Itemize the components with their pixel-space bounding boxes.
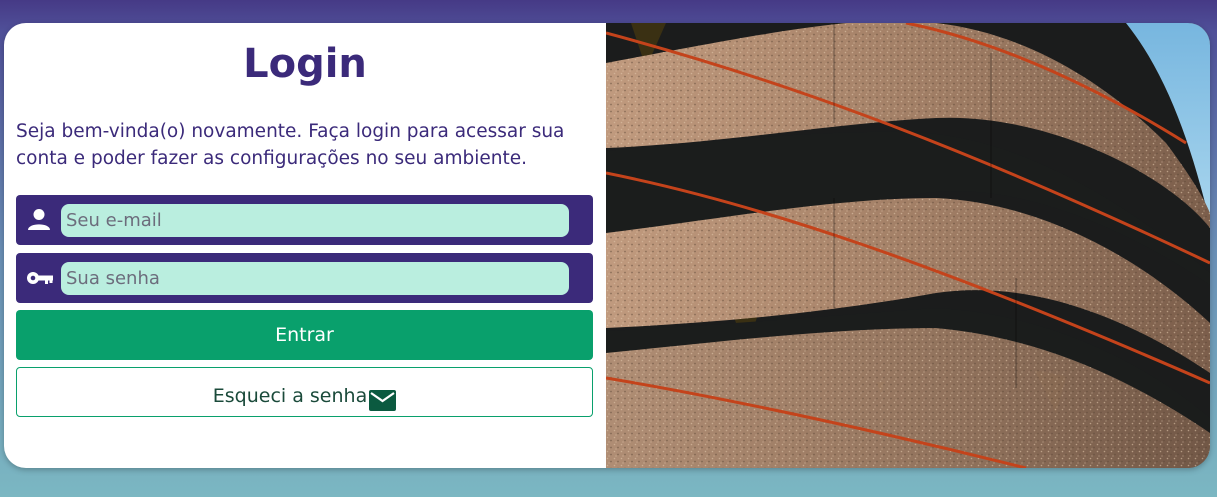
password-input[interactable] — [61, 262, 569, 295]
email-input[interactable] — [61, 204, 569, 237]
login-panel: Login Seja bem-vinda(o) novamente. Faça … — [4, 23, 606, 468]
password-field-group — [16, 253, 593, 303]
login-card: Login Seja bem-vinda(o) novamente. Faça … — [4, 23, 1210, 468]
email-field-group — [16, 195, 593, 245]
user-icon — [26, 208, 52, 232]
forgot-password-button[interactable]: Esqueci a senha — [16, 367, 593, 417]
mail-icon — [369, 377, 397, 433]
key-icon — [26, 266, 53, 290]
enter-button-label: Entrar — [275, 324, 334, 346]
enter-button[interactable]: Entrar — [16, 310, 593, 360]
forgot-password-label: Esqueci a senha — [212, 385, 368, 407]
building-photo — [606, 23, 1210, 468]
page-title: Login — [243, 41, 367, 87]
login-description: Seja bem-vinda(o) novamente. Faça login … — [16, 121, 565, 169]
